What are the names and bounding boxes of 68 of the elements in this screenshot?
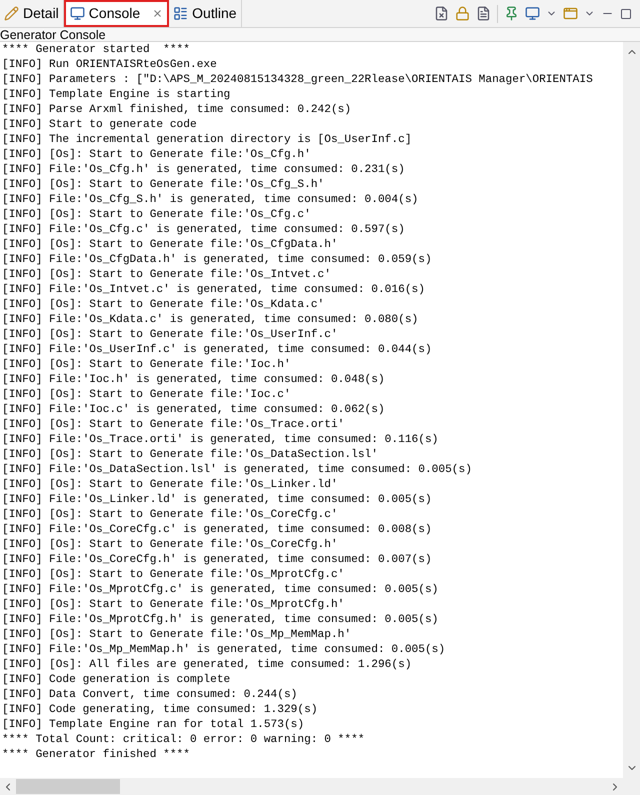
pin-icon[interactable] [504,6,519,21]
console-line: [INFO] Code generation is complete [1,673,230,688]
console-line: [INFO] File:'Ioc.h' is generated, time consumed: 0.048(s) [1,373,385,388]
outline-icon [173,6,188,21]
console-line: [INFO] File:'Os_UserInf.c' is generated, time consumed: 0.044(s) [1,343,432,358]
console-line: [INFO] File:'Os_Cfg.c' is generated, time consumed: 0.597(s) [1,223,405,238]
console-line: [INFO] File:'Os_CoreCfg.c' is generated, time consumed: 0.008(s) [1,523,432,538]
console-line: [INFO] [Os]: Start to Generate file:'Os_MprotCfg.h' [1,598,344,613]
tab[interactable]: Console [64,0,170,27]
console-line: [INFO] [Os]: Start to Generate file:'Os_UserInf.c' [1,328,338,343]
console-line: [INFO] [Os]: Start to Generate file:'Os_MprotCfg.c' [1,568,344,583]
maximize-icon[interactable] [620,8,632,20]
console-line: **** Total Count: critical: 0 error: 0 warning: 0 **** [1,733,365,748]
console-line: [INFO] File:'Os_Linker.ld' is generated, time consumed: 0.005(s) [1,493,432,508]
console-line: [INFO] Run ORIENTAISRteOsGen.exe [1,58,217,73]
console-line: **** Generator finished **** [1,748,190,763]
console-line: [INFO] File:'Os_MprotCfg.h' is generated, time consumed: 0.005(s) [1,613,438,628]
console-line: [INFO] File:'Os_CfgData.h' is generated, time consumed: 0.059(s) [1,253,432,268]
console-line: [INFO] The incremental generation directory is [Os_UserInf.c] [1,133,412,148]
console-line: [INFO] [Os]: Start to Generate file:'Os_Cfg.h' [1,148,311,163]
console-line: [INFO] [Os]: Start to Generate file:'Os_Cfg.c' [1,208,311,223]
console-line: [INFO] [Os]: Start to Generate file:'Os_CoreCfg.c' [1,508,338,523]
console-line: [INFO] [Os]: Start to Generate file:'Os_Kdata.c' [1,298,324,313]
console-line: [INFO] File:'Os_Cfg.h' is generated, time consumed: 0.231(s) [1,163,405,178]
clear-icon[interactable] [434,6,449,21]
console-line: [INFO] [Os]: Start to Generate file:'Ioc.h' [1,358,291,373]
console-line: [INFO] File:'Ioc.c' is generated, time consumed: 0.062(s) [1,403,385,418]
console-line: **** Generator started **** [1,43,190,58]
console-line: [INFO] File:'Os_MprotCfg.c' is generated, time consumed: 0.005(s) [1,583,438,598]
console-line: [INFO] [Os]: Start to Generate file:'Os_DataSection.lsl' [1,448,378,463]
console-line: [INFO] [Os]: Start to Generate file:'Os_Mp_MemMap.h' [1,628,352,643]
console-line: [INFO] Parameters : ["D:\APS_M_20240815134328_green_22Rlease\ORIENTAIS Manager\ORIENTAIS [1,73,593,88]
console-line: [INFO] File:'Os_CoreCfg.h' is generated, time consumed: 0.007(s) [1,553,432,568]
console-line: [INFO] [Os]: Start to Generate file:'Ioc.c' [1,388,291,403]
console-line: [INFO] Template Engine is starting [1,88,230,103]
console-line: [INFO] [Os]: Start to Generate file:'Os_CfgData.h' [1,238,338,253]
lock-icon[interactable] [455,6,470,21]
tab[interactable]: Outline [169,0,242,27]
console-line: [INFO] File:'Os_Intvet.c' is generated, time consumed: 0.016(s) [1,283,425,298]
close-icon[interactable] [152,8,164,19]
console-line: [INFO] File:'Os_Mp_MemMap.h' is generated, time consumed: 0.005(s) [1,643,446,658]
scroll-thumb[interactable] [16,779,120,794]
console-line: [INFO] Start to generate code [1,118,197,133]
monitor-icon [70,6,85,21]
console-line: [INFO] Parse Arxml finished, time consumed: 0.242(s) [1,103,352,118]
window-icon[interactable] [563,6,578,21]
console-line: [INFO] [Os]: Start to Generate file:'Os_Intvet.c' [1,268,331,283]
horizontal-scrollbar[interactable] [0,778,640,795]
document-icon[interactable] [476,6,491,21]
console-line: [INFO] [Os]: Start to Generate file:'Os_Trace.orti' [1,418,344,433]
console-line: [INFO] [Os]: All files are generated, time consumed: 1.296(s) [1,658,412,673]
vertical-scrollbar[interactable] [623,42,640,778]
console-title: Generator Console [0,28,106,42]
console-line: [INFO] [Os]: Start to Generate file:'Os_CoreCfg.h' [1,538,338,553]
console-line: [INFO] Data Convert, time consumed: 0.244(s) [1,688,298,703]
console-line: [INFO] Template Engine ran for total 1.573(s) [1,718,304,733]
console-line: [INFO] [Os]: Start to Generate file:'Os_Linker.ld' [1,478,338,493]
monitor-icon[interactable] [525,6,540,21]
console-line: [INFO] File:'Os_Kdata.c' is generated, time consumed: 0.080(s) [1,313,418,328]
console-line: [INFO] File:'Os_Cfg_S.h' is generated, time consumed: 0.004(s) [1,193,418,208]
tab-label: Console [88,4,140,23]
pencil-icon [4,6,19,21]
tab-label: Outline [192,4,237,23]
console-line: [INFO] Code generating, time consumed: 1.329(s) [1,703,318,718]
console-line: [INFO] File:'Os_Trace.orti' is generated, time consumed: 0.116(s) [1,433,438,448]
tab-label: Detail [23,4,59,23]
console-line: [INFO] File:'Os_DataSection.lsl' is generated, time consumed: 0.005(s) [1,463,472,478]
console-line: [INFO] [Os]: Start to Generate file:'Os_Cfg_S.h' [1,178,324,193]
